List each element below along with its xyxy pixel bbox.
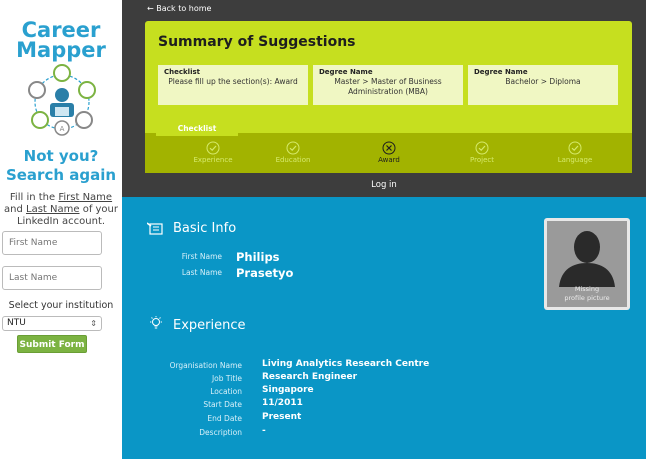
end-date-value: Present xyxy=(262,412,302,422)
brand-title-line2: Mapper xyxy=(16,38,106,62)
submit-form-button[interactable]: Submit Form xyxy=(17,335,87,353)
first-name-value: Philips xyxy=(236,250,280,264)
location-value: Singapore xyxy=(262,385,314,395)
suggestion-card-checklist: Checklist Please fill up the section(s):… xyxy=(158,65,308,105)
job-title-label: Job Title xyxy=(211,374,242,383)
first-name-input[interactable] xyxy=(2,231,102,255)
back-to-home-link[interactable]: ← Back to home xyxy=(147,4,211,13)
step-label: Project xyxy=(470,156,494,164)
check-circle-icon xyxy=(475,141,489,155)
last-name-hint-link: Last Name xyxy=(26,204,80,215)
step-award[interactable]: Award xyxy=(349,141,429,164)
suggestion-card-degree-master: Degree Name Master > Master of Business … xyxy=(313,65,463,105)
brand-title-line1: Career xyxy=(21,18,101,42)
last-name-value: Prasetyo xyxy=(236,266,294,280)
suggestion-card-degree-bachelor: Degree Name Bachelor > Diploma xyxy=(468,65,618,105)
login-link[interactable]: Log in xyxy=(122,180,646,190)
step-label: Experience xyxy=(193,156,233,164)
step-project[interactable]: Project xyxy=(442,141,522,164)
step-language[interactable]: Language xyxy=(535,141,615,164)
not-you-heading: Not you? xyxy=(23,147,99,165)
card-value: Please fill up the section(s): Award xyxy=(168,77,298,86)
check-circle-icon xyxy=(286,141,300,155)
institution-label: Select your institution xyxy=(8,300,114,311)
card-value: Bachelor > Diploma xyxy=(505,77,581,86)
location-label: Location xyxy=(210,387,242,396)
lightbulb-icon xyxy=(150,316,162,329)
end-date-label: End Date xyxy=(207,414,242,423)
select-arrows-icon: ⇕ xyxy=(90,319,97,328)
svg-text:A: A xyxy=(60,125,65,133)
profile-picture-frame: Missing profile picture xyxy=(544,218,630,310)
job-title-value: Research Engineer xyxy=(262,372,358,382)
instructions-text: Fill in the First Name and Last Name of … xyxy=(4,192,118,227)
card-title: Degree Name xyxy=(474,68,528,76)
tab-checklist[interactable]: Checklist xyxy=(156,122,238,136)
step-label: Award xyxy=(378,156,400,164)
organisation-name-value: Living Analytics Research Centre xyxy=(262,359,430,369)
description-label: Description xyxy=(199,428,242,437)
card-title: Degree Name xyxy=(319,68,373,76)
summary-title: Summary of Suggestions xyxy=(158,34,356,50)
step-experience[interactable]: Experience xyxy=(173,141,253,164)
basic-info-title: Basic Info xyxy=(173,221,237,236)
institution-select[interactable]: NTU ⇕ xyxy=(2,316,102,331)
card-title: Checklist xyxy=(164,68,200,76)
missing-picture-caption: profile picture xyxy=(564,294,610,302)
id-card-icon xyxy=(147,222,163,235)
start-date-value: 11/2011 xyxy=(262,398,303,408)
profile-picture-placeholder: Missing profile picture xyxy=(547,221,627,307)
missing-picture-caption: Missing xyxy=(574,285,600,293)
step-label: Language xyxy=(557,156,593,164)
check-circle-icon xyxy=(568,141,582,155)
first-name-hint-link: First Name xyxy=(58,192,113,203)
card-value: Master > Master of Business Administrati… xyxy=(334,77,442,96)
last-name-input[interactable] xyxy=(2,266,102,290)
first-name-label: First Name xyxy=(181,252,222,261)
step-education[interactable]: Education xyxy=(253,141,333,164)
description-value: - xyxy=(262,426,266,436)
step-label: Education xyxy=(275,156,311,164)
person-silhouette-icon xyxy=(559,231,615,287)
sidebar: Career Mapper A Not you? Search again Fi… xyxy=(0,0,122,459)
start-date-label: Start Date xyxy=(203,400,242,409)
experience-title: Experience xyxy=(173,318,246,333)
search-again-heading: Search again xyxy=(5,166,117,184)
career-mapper-logo-icon: A xyxy=(28,64,96,136)
institution-selected-value: NTU xyxy=(7,318,26,328)
x-circle-icon xyxy=(382,141,396,155)
check-circle-icon xyxy=(206,141,220,155)
organisation-name-label: Organisation Name xyxy=(169,361,242,370)
last-name-label: Last Name xyxy=(181,268,222,277)
